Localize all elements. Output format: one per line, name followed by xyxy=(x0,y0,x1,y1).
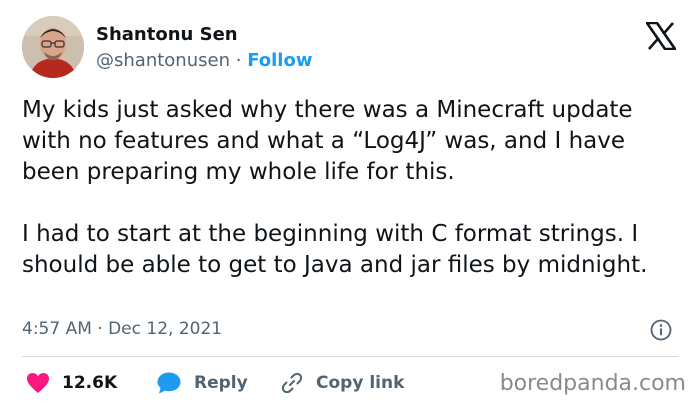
heart-icon xyxy=(27,373,49,393)
watermark: boredpanda.com xyxy=(499,371,686,396)
divider xyxy=(22,356,678,357)
author-name[interactable]: Shantonu Sen xyxy=(96,24,238,46)
reply-bubble-icon xyxy=(157,372,181,394)
tweet-text: My kids just asked why there was a Minec… xyxy=(22,97,648,278)
like-button[interactable]: 12.6K xyxy=(26,370,117,396)
reply-button[interactable]: Reply xyxy=(156,370,248,396)
x-logo-icon[interactable] xyxy=(646,22,676,50)
like-count: 12.6K xyxy=(62,373,118,393)
link-icon xyxy=(281,372,303,394)
follow-button[interactable]: Follow xyxy=(247,50,312,71)
reply-label: Reply xyxy=(194,373,248,393)
tweet-timestamp[interactable]: 4:57 AM · Dec 12, 2021 xyxy=(22,318,222,340)
avatar-photo xyxy=(22,16,84,78)
avatar[interactable] xyxy=(22,16,84,78)
info-icon[interactable] xyxy=(650,319,672,341)
author-handle-row: @shantonusen · Follow xyxy=(96,50,312,72)
copy-link-label: Copy link xyxy=(316,373,405,393)
separator-dot: · xyxy=(235,50,242,71)
copy-link-button[interactable]: Copy link xyxy=(280,370,404,396)
author-handle[interactable]: @shantonusen xyxy=(96,50,230,71)
